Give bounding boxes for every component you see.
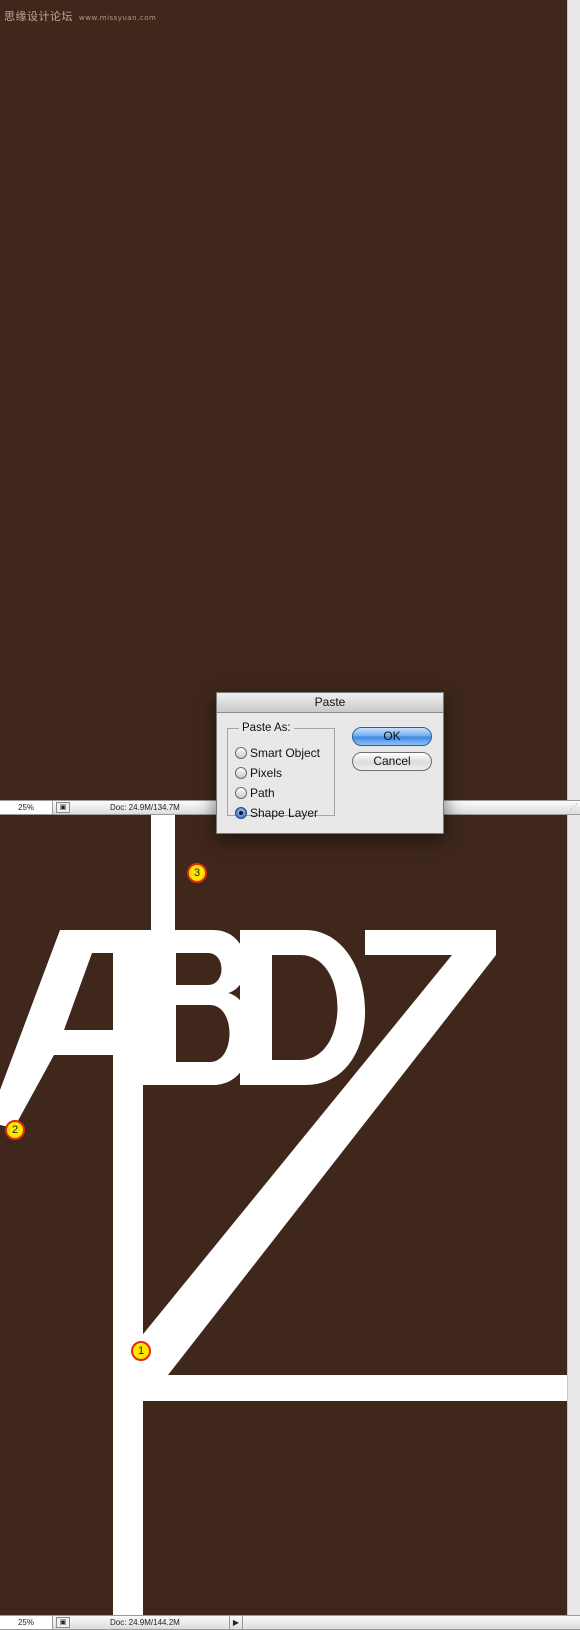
paste-as-label: Paste As:: [242, 722, 291, 734]
paste-as-group: Paste As: Smart Object Pixels Path Shape…: [227, 722, 335, 820]
vertical-scrollbar-bottom[interactable]: [567, 815, 580, 1615]
zoom-level[interactable]: 25%: [0, 801, 53, 814]
option-pixels[interactable]: Pixels: [235, 764, 282, 782]
letter-a-shape: [0, 930, 113, 1128]
watermark: 思缘设计论坛 www.missyuan.com: [4, 8, 156, 24]
cancel-button[interactable]: Cancel: [352, 752, 432, 771]
option-smart-object[interactable]: Smart Object: [235, 744, 320, 762]
resize-grip-icon[interactable]: ⋰: [570, 802, 578, 811]
status-bar-bottom: 25% ▣ Doc: 24.9M/144.2M ▶: [0, 1615, 580, 1630]
doc-size: Doc: 24.9M/134.7M: [110, 803, 180, 812]
radio-icon[interactable]: [235, 767, 247, 779]
document-info-icon[interactable]: ▣: [56, 1617, 70, 1628]
step-marker-1: 1: [131, 1341, 151, 1361]
option-label: Shape Layer: [250, 806, 319, 820]
zoom-level[interactable]: 25%: [0, 1616, 53, 1629]
option-label: Pixels: [250, 766, 283, 780]
document-canvas-bottom[interactable]: 3 2 1: [0, 815, 567, 1615]
option-shape-layer[interactable]: Shape Layer: [235, 804, 318, 822]
step-marker-2: 2: [5, 1120, 25, 1140]
letter-b-stem: [113, 930, 143, 1615]
option-label: Path: [250, 786, 275, 800]
doc-size: Doc: 24.9M/144.2M: [110, 1618, 180, 1627]
radio-icon[interactable]: [235, 787, 247, 799]
paste-dialog: Paste Paste As: Smart Object Pixels Path…: [216, 692, 444, 834]
option-path[interactable]: Path: [235, 784, 275, 802]
option-label: Smart Object: [250, 746, 321, 760]
document-info-icon[interactable]: ▣: [56, 802, 70, 813]
watermark-site: www.missyuan.com: [79, 14, 157, 22]
abdz-letter-artwork: [0, 815, 567, 1615]
radio-icon[interactable]: [235, 747, 247, 759]
letter-b-bowls: [143, 930, 252, 1085]
vertical-scrollbar-top[interactable]: [567, 0, 580, 800]
step-marker-3: 3: [187, 863, 207, 883]
ok-button[interactable]: OK: [352, 727, 432, 746]
watermark-text: 思缘设计论坛: [4, 10, 73, 23]
triangle-right-icon[interactable]: ▶: [229, 1616, 243, 1629]
letter-b-ascender: [151, 815, 175, 930]
dialog-title[interactable]: Paste: [217, 693, 443, 713]
document-canvas-top[interactable]: [0, 0, 567, 800]
letter-d-shape: [240, 930, 366, 1085]
radio-selected-icon[interactable]: [235, 807, 247, 819]
